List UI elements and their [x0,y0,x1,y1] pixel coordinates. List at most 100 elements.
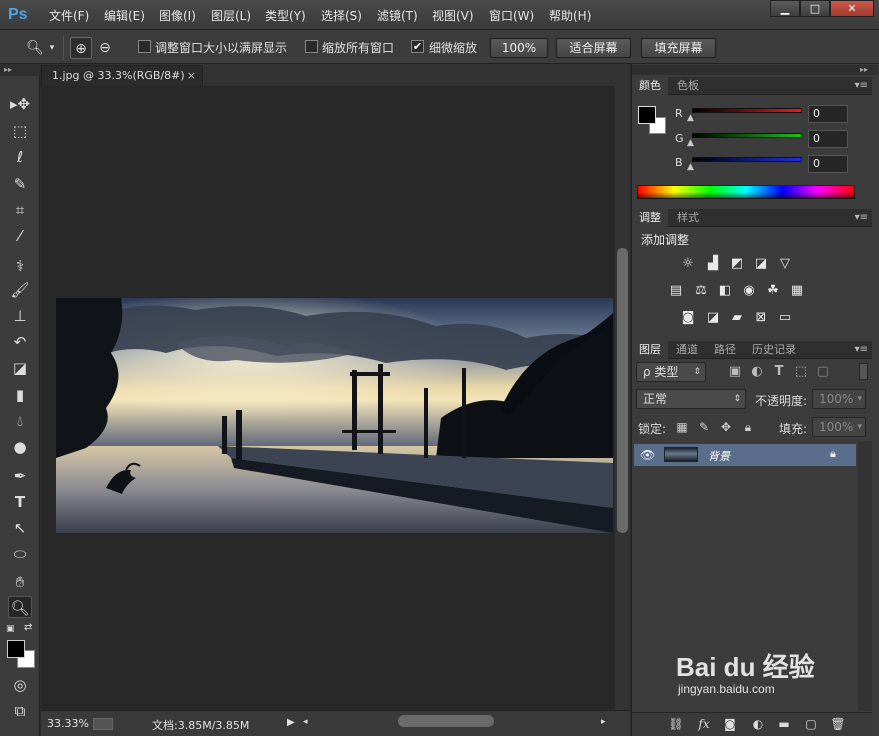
green-slider[interactable] [692,133,802,138]
tab-paths[interactable]: 路径 [707,341,743,359]
tab-styles[interactable]: 样式 [670,209,706,227]
zoom-100-button[interactable]: 100% [490,38,548,58]
invert-icon[interactable]: ◙ [679,310,697,326]
pen-tool-icon[interactable]: ✒ [8,465,32,487]
selective-color-icon[interactable]: ⊠ [752,310,770,326]
filter-type-icon[interactable]: T [770,364,788,380]
zoom-out-icon[interactable]: ⊖ [94,37,116,59]
color-lookup-icon[interactable]: ▦ [788,283,806,299]
brush-tool-icon[interactable]: 🖌︎ [8,279,32,301]
layers-scrollbar[interactable] [858,441,872,711]
filter-shape-icon[interactable]: ⬚ [792,364,810,380]
color-balance-icon[interactable]: ⚖ [692,283,710,299]
chevron-down-icon[interactable]: ▾ [46,37,58,59]
dodge-tool-icon[interactable]: ● [8,436,32,458]
gradient-map-icon[interactable]: ▭ [776,310,794,326]
toolbar-collapse-icon[interactable]: ▸▸ [0,64,40,76]
blend-mode-select[interactable]: 正常 ⇕ [636,389,746,409]
menu-layer[interactable]: 图层(L) [211,7,251,24]
link-layers-icon[interactable]: ⛓ [668,716,684,732]
blur-tool-icon[interactable]: 💧︎ [8,410,32,432]
fx-icon[interactable]: fx [696,716,712,732]
healing-brush-tool-icon[interactable]: ⚕ [8,255,32,277]
panel-menu-icon[interactable]: ▾≡ [855,341,868,359]
document-tab[interactable]: 1.jpg @ 33.3%(RGB/8#) × [41,65,203,86]
eraser-tool-icon[interactable]: ◪ [8,357,32,379]
panel-menu-icon[interactable]: ▾≡ [855,77,868,95]
layer-row-background[interactable]: 👁︎ 背景 🔒︎ [634,444,856,466]
fill-input[interactable]: 100% ▾ [812,417,866,437]
filter-toggle[interactable] [859,363,868,380]
lock-transparent-icon[interactable]: ▦ [675,420,689,434]
scrubby-zoom-checkbox[interactable]: ✔ [411,40,424,53]
history-brush-tool-icon[interactable]: ↶ [8,331,32,353]
brightness-icon[interactable]: ☼ [679,256,697,272]
menu-filter[interactable]: 滤镜(T) [377,7,418,24]
hand-tool-icon[interactable]: ✋︎ [8,571,32,593]
opacity-input[interactable]: 100% ▾ [812,389,866,409]
green-value-input[interactable]: 0 [808,130,848,148]
black-white-icon[interactable]: ◧ [716,283,734,299]
new-adjustment-layer-icon[interactable]: ◐ [750,716,766,732]
layer-name[interactable]: 背景 [708,448,730,464]
filter-pixel-icon[interactable]: ▣ [726,364,744,380]
new-layer-icon[interactable]: ▢ [803,716,819,732]
lock-all-icon[interactable]: 🔒︎ [741,420,755,434]
delete-layer-icon[interactable]: 🗑︎ [830,716,846,732]
add-mask-icon[interactable]: ◙ [722,716,738,732]
status-preview-icon[interactable] [93,718,113,730]
swap-colors-icon[interactable]: ⇄ [24,623,34,633]
filter-smart-object-icon[interactable]: ▢ [814,364,832,380]
status-menu-arrow-icon[interactable]: ▶ [287,717,295,728]
scroll-right-icon[interactable]: ▸ [601,717,606,727]
menu-help[interactable]: 帮助(H) [549,7,591,24]
new-group-icon[interactable]: ▬ [776,716,792,732]
tab-history[interactable]: 历史记录 [745,341,803,359]
tab-adjustments[interactable]: 调整 [632,209,668,227]
channel-mixer-icon[interactable]: ☘ [764,283,782,299]
menu-image[interactable]: 图像(I) [159,7,196,24]
threshold-icon[interactable]: ▰ [728,310,746,326]
canvas-area[interactable] [41,86,615,710]
move-tool-icon[interactable]: ▸✥ [8,93,32,115]
zoom-in-icon[interactable]: ⊕ [70,37,92,59]
eyedropper-tool-icon[interactable]: ⁄ [8,225,32,247]
filter-adjustment-icon[interactable]: ◐ [748,364,766,380]
red-value-input[interactable]: 0 [808,105,848,123]
marquee-tool-icon[interactable]: ⬚ [8,120,32,142]
tab-swatches[interactable]: 色板 [670,77,706,95]
type-tool-icon[interactable]: T [8,491,32,513]
eye-icon[interactable]: 👁︎ [640,448,655,462]
slider-handle-icon[interactable]: ▲ [687,138,694,148]
vibrance-icon[interactable]: ▽ [776,256,794,272]
menu-view[interactable]: 视图(V) [432,7,474,24]
lasso-tool-icon[interactable]: ℓ [8,146,32,168]
red-slider[interactable] [692,108,802,113]
crop-tool-icon[interactable]: ⌗ [8,199,32,221]
layer-filter-select[interactable]: ρ 类型 ⇕ [636,362,706,382]
restore-button[interactable]: □ [800,0,830,17]
zoom-all-windows-checkbox[interactable] [305,40,318,53]
zoom-tool-preset-icon[interactable]: 🔍︎ [24,37,46,59]
slider-handle-icon[interactable]: ▲ [687,113,694,123]
gradient-tool-icon[interactable]: ▮ [8,384,32,406]
path-select-tool-icon[interactable]: ↖ [8,517,32,539]
menu-type[interactable]: 类型(Y) [265,7,306,24]
vertical-scroll-thumb[interactable] [617,248,628,533]
quick-select-tool-icon[interactable]: ✎ [8,173,32,195]
foreground-color-swatch[interactable] [638,106,656,124]
default-colors-icon[interactable]: ▣ [6,624,16,634]
blue-slider[interactable] [692,157,802,162]
minimize-button[interactable]: ▁ [770,0,800,17]
fit-screen-button[interactable]: 适合屏幕 [556,38,631,58]
ellipse-tool-icon[interactable]: ⬭ [8,543,32,565]
menu-file[interactable]: 文件(F) [49,7,89,24]
clone-stamp-tool-icon[interactable]: ⊥ [8,305,32,327]
dock-collapse-icon[interactable]: ▸▸ [632,65,878,75]
zoom-level[interactable]: 33.33% [47,717,89,730]
panel-menu-icon[interactable]: ▾≡ [855,209,868,227]
lock-position-icon[interactable]: ✥ [719,420,733,434]
quick-mask-icon[interactable]: ◎ [8,674,32,696]
exposure-icon[interactable]: ◪ [752,256,770,272]
menu-edit[interactable]: 编辑(E) [104,7,145,24]
